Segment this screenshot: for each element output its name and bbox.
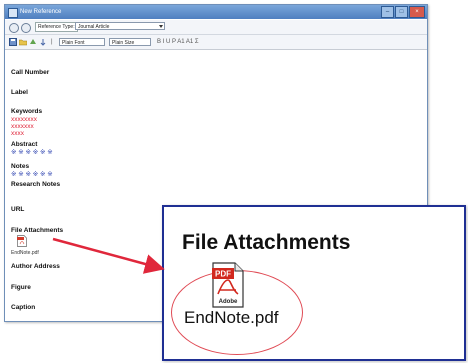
zoomed-callout: File Attachments PDF Adobe EndNote.pdf	[162, 205, 466, 361]
field-call-number: Call Number	[11, 69, 50, 76]
zoom-section-title: File Attachments	[182, 231, 351, 254]
maximize-button[interactable]: □	[395, 6, 408, 18]
folder-icon[interactable]	[19, 38, 27, 46]
adobe-label: Adobe	[219, 299, 238, 305]
reference-type-toolbar: Reference Type: Journal Article	[5, 20, 427, 35]
format-buttons[interactable]: B I U P A1 A1 Σ	[157, 38, 199, 46]
link-icon[interactable]	[29, 38, 37, 46]
save-icon[interactable]	[9, 38, 17, 46]
field-file-attachments: File Attachments	[11, 227, 64, 234]
attach-icon[interactable]	[39, 38, 47, 46]
field-notes: Notes	[11, 163, 30, 170]
separator: |	[51, 39, 53, 45]
size-select[interactable]: Plain Size	[109, 38, 151, 46]
back-icon[interactable]	[9, 23, 19, 33]
abstract-value[interactable]: ※ ※ ※ ※ ※ ※	[11, 149, 53, 157]
forward-icon[interactable]	[21, 23, 31, 33]
field-figure: Figure	[11, 284, 31, 291]
close-button[interactable]: ×	[409, 6, 425, 18]
pdf-badge-text: PDF	[215, 270, 231, 279]
field-caption: Caption	[11, 304, 36, 311]
window-title: New Reference	[20, 9, 62, 15]
pdf-file-icon[interactable]: PDF Adobe	[212, 262, 244, 308]
title-bar: New Reference – □ ×	[5, 5, 427, 19]
app-icon	[8, 8, 18, 18]
field-abstract: Abstract	[11, 141, 38, 148]
attachment-filename-zoomed[interactable]: EndNote.pdf	[184, 308, 279, 328]
keyword-value[interactable]: xxxx	[11, 130, 24, 138]
font-select[interactable]: Plain Font	[59, 38, 105, 46]
field-url: URL	[11, 206, 25, 213]
notes-value[interactable]: ※ ※ ※ ※ ※ ※	[11, 171, 53, 179]
pdf-icon[interactable]	[17, 235, 27, 247]
minimize-button[interactable]: –	[381, 6, 394, 18]
field-author-address: Author Address	[11, 263, 60, 270]
reference-type-label: Reference Type:	[35, 22, 78, 32]
field-research-notes: Research Notes	[11, 181, 61, 188]
field-label: Label	[11, 89, 28, 96]
reference-type-select[interactable]: Journal Article	[75, 22, 165, 30]
field-keywords: Keywords	[11, 108, 43, 115]
attachment-filename[interactable]: EndNote.pdf	[11, 250, 39, 256]
format-toolbar: | Plain Font Plain Size B I U P A1 A1 Σ	[5, 35, 427, 50]
window-controls: – □ ×	[381, 6, 425, 18]
